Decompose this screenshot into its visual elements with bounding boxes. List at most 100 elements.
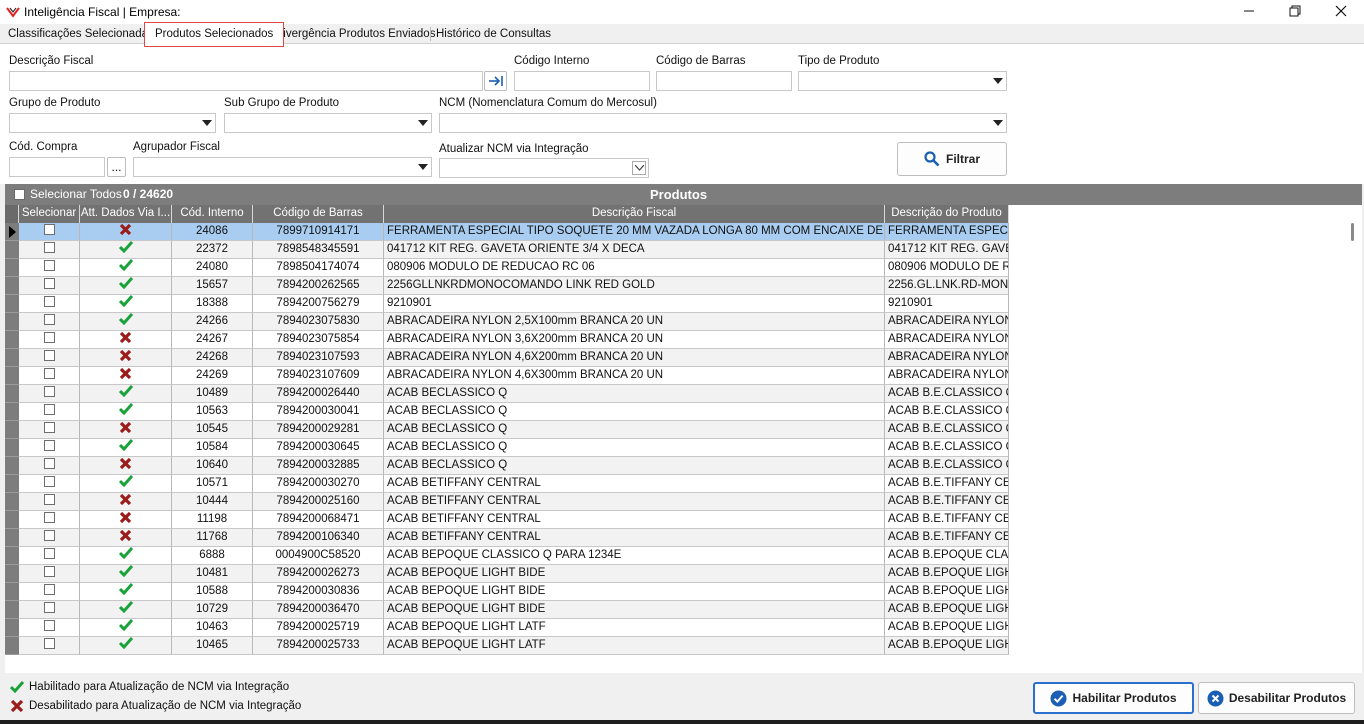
table-row[interactable]: 24266 7894023075830 ABRACADEIRA NYLON 2,5X…	[5, 313, 1009, 331]
row-header[interactable]	[5, 331, 19, 349]
row-select-cell[interactable]	[19, 277, 80, 295]
row-header[interactable]	[5, 547, 19, 565]
row-header[interactable]	[5, 385, 19, 403]
row-select-cell[interactable]	[19, 619, 80, 637]
tab-classificacoes[interactable]: Classificações Selecionadas	[4, 26, 158, 43]
row-checkbox[interactable]	[43, 638, 55, 650]
row-select-cell[interactable]	[19, 331, 80, 349]
table-row[interactable]: 10465 7894200025733 ACAB BEPOQUE LIGHT LAT…	[5, 637, 1009, 655]
minimize-button[interactable]	[1226, 0, 1272, 22]
select-all-checkbox[interactable]	[14, 189, 25, 200]
tab-divergencia[interactable]: Divergência Produtos Enviados	[271, 26, 439, 43]
table-row[interactable]: 24268 7894023107593 ABRACADEIRA NYLON 4,6X…	[5, 349, 1009, 367]
table-row[interactable]: 10481 7894200026273 ACAB BEPOQUE LIGHT BID…	[5, 565, 1009, 583]
table-row[interactable]: 10640 7894200032885 ACAB BECLASSICO Q ACAB …	[5, 457, 1009, 475]
row-checkbox[interactable]	[43, 422, 55, 434]
table-row[interactable]: 10563 7894200030041 ACAB BECLASSICO Q ACAB …	[5, 403, 1009, 421]
row-header[interactable]	[5, 277, 19, 295]
row-select-cell[interactable]	[19, 565, 80, 583]
table-row[interactable]: 15657 7894200262565 2256GLLNKRDMONOCOMANDO…	[5, 277, 1009, 295]
sub-grupo-select[interactable]	[224, 113, 432, 133]
row-checkbox[interactable]	[43, 368, 55, 380]
table-row[interactable]: 10571 7894200030270 ACAB BETIFFANY CENTRAL…	[5, 475, 1009, 493]
table-row[interactable]: 6888 0004900C58520 ACAB BEPOQUE CLASSICO Q…	[5, 547, 1009, 565]
table-row[interactable]: 10588 7894200030836 ACAB BEPOQUE LIGHT BID…	[5, 583, 1009, 601]
row-select-cell[interactable]	[19, 403, 80, 421]
row-select-cell[interactable]	[19, 421, 80, 439]
row-header[interactable]	[5, 457, 19, 475]
col-cod-interno[interactable]: Cód. Interno	[172, 205, 253, 223]
row-select-cell[interactable]	[19, 529, 80, 547]
table-row[interactable]: 24086 7899710914171 FERRAMENTA ESPECIAL TI…	[5, 223, 1009, 241]
row-header[interactable]	[5, 475, 19, 493]
row-select-cell[interactable]	[19, 259, 80, 277]
row-header[interactable]	[5, 637, 19, 655]
habilitar-produtos-button[interactable]: Habilitar Produtos	[1033, 682, 1194, 714]
row-checkbox[interactable]	[43, 242, 55, 254]
filtrar-button[interactable]: Filtrar	[897, 142, 1007, 176]
table-row[interactable]: 10444 7894200025160 ACAB BETIFFANY CENTRAL…	[5, 493, 1009, 511]
row-header[interactable]	[5, 349, 19, 367]
row-checkbox[interactable]	[43, 350, 55, 362]
row-checkbox[interactable]	[43, 404, 55, 416]
table-row[interactable]: 10729 7894200036470 ACAB BEPOQUE LIGHT BID…	[5, 601, 1009, 619]
row-checkbox[interactable]	[43, 476, 55, 488]
table-row[interactable]: 24267 7894023075854 ABRACADEIRA NYLON 3,6X…	[5, 331, 1009, 349]
table-row[interactable]: 22372 7898548345591 041712 KIT REG. GAVETA…	[5, 241, 1009, 259]
cod-compra-lookup-button[interactable]: ...	[107, 157, 126, 177]
vertical-scrollbar-thumb[interactable]	[1351, 223, 1354, 241]
codigo-barras-input[interactable]	[656, 71, 792, 91]
table-row[interactable]: 24269 7894023107609 ABRACADEIRA NYLON 4,6X…	[5, 367, 1009, 385]
row-select-cell[interactable]	[19, 601, 80, 619]
row-select-cell[interactable]	[19, 511, 80, 529]
row-checkbox[interactable]	[43, 584, 55, 596]
col-descricao-fiscal[interactable]: Descrição Fiscal	[384, 205, 885, 223]
agrupador-select[interactable]	[133, 157, 432, 177]
row-select-cell[interactable]	[19, 295, 80, 313]
row-header[interactable]	[5, 439, 19, 457]
desabilitar-produtos-button[interactable]: Desabilitar Produtos	[1198, 682, 1355, 714]
row-select-cell[interactable]	[19, 583, 80, 601]
row-checkbox[interactable]	[43, 620, 55, 632]
row-checkbox[interactable]	[43, 314, 55, 326]
row-header[interactable]	[5, 403, 19, 421]
row-select-cell[interactable]	[19, 367, 80, 385]
row-select-cell[interactable]	[19, 439, 80, 457]
row-checkbox[interactable]	[43, 566, 55, 578]
row-select-cell[interactable]	[19, 457, 80, 475]
row-checkbox[interactable]	[43, 260, 55, 272]
restore-button[interactable]	[1272, 0, 1318, 22]
row-header[interactable]	[5, 529, 19, 547]
row-select-cell[interactable]	[19, 349, 80, 367]
table-row[interactable]: 11768 7894200106340 ACAB BETIFFANY CENTRAL…	[5, 529, 1009, 547]
col-selecionar[interactable]: Selecionar	[19, 205, 80, 223]
row-select-cell[interactable]	[19, 493, 80, 511]
row-header[interactable]	[5, 511, 19, 529]
table-row[interactable]: 11198 7894200068471 ACAB BETIFFANY CENTRAL…	[5, 511, 1009, 529]
row-checkbox[interactable]	[43, 440, 55, 452]
atualizar-ncm-select[interactable]	[439, 158, 649, 178]
cod-compra-input[interactable]	[9, 157, 105, 177]
row-header[interactable]	[5, 583, 19, 601]
grupo-produto-select[interactable]	[9, 113, 216, 133]
row-header[interactable]	[5, 295, 19, 313]
codigo-interno-input[interactable]	[514, 71, 650, 91]
row-header[interactable]	[5, 259, 19, 277]
row-checkbox[interactable]	[43, 278, 55, 290]
descricao-fiscal-input[interactable]	[9, 71, 483, 91]
row-checkbox[interactable]	[43, 458, 55, 470]
row-checkbox[interactable]	[43, 296, 55, 308]
table-row[interactable]: 18388 7894200756279 9210901 9210901	[5, 295, 1009, 313]
row-select-cell[interactable]	[19, 313, 80, 331]
row-header[interactable]	[5, 241, 19, 259]
goto-button[interactable]	[484, 71, 507, 91]
row-checkbox[interactable]	[43, 332, 55, 344]
table-row[interactable]: 10489 7894200026440 ACAB BECLASSICO Q ACAB …	[5, 385, 1009, 403]
row-header[interactable]	[5, 223, 19, 241]
row-header[interactable]	[5, 493, 19, 511]
row-select-cell[interactable]	[19, 223, 80, 241]
row-select-cell[interactable]	[19, 475, 80, 493]
table-row[interactable]: 10463 7894200025719 ACAB BEPOQUE LIGHT LAT…	[5, 619, 1009, 637]
row-select-cell[interactable]	[19, 385, 80, 403]
tipo-produto-select[interactable]	[798, 71, 1007, 91]
